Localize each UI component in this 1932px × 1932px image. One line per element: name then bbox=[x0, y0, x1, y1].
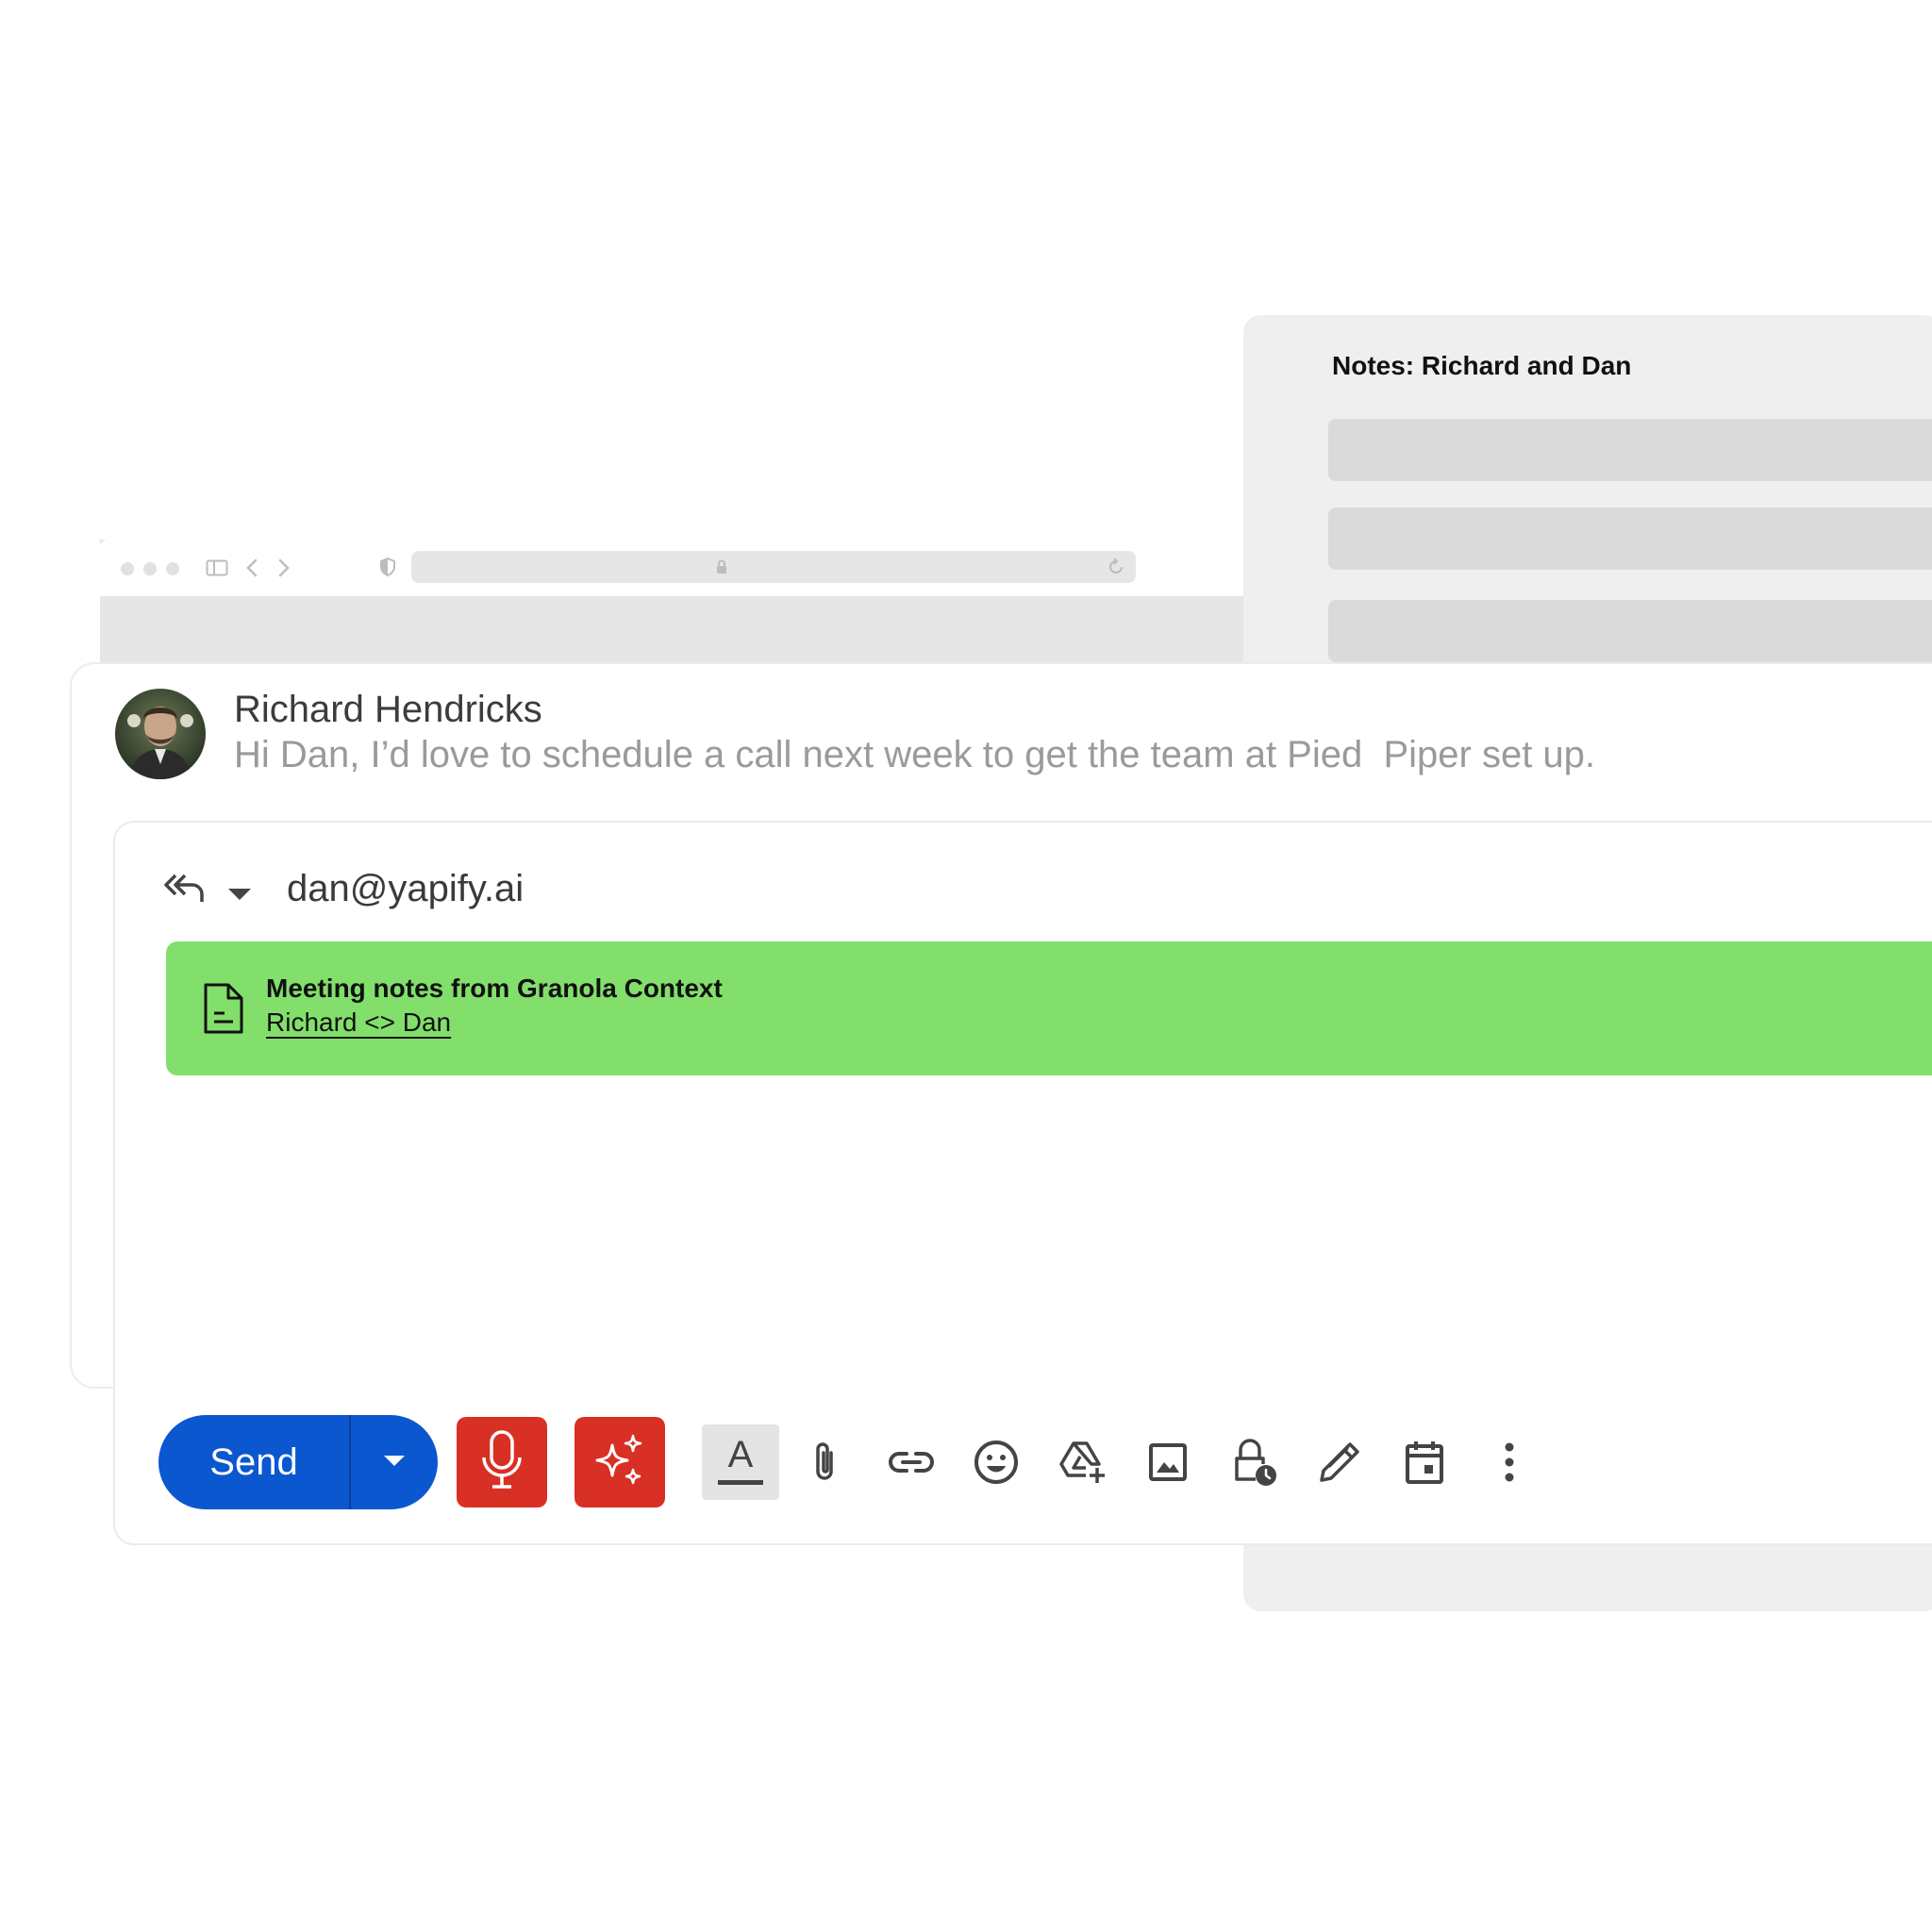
send-options-button[interactable] bbox=[351, 1415, 438, 1509]
sidebar-icon[interactable] bbox=[206, 558, 228, 582]
document-icon bbox=[202, 981, 245, 1041]
lock-icon bbox=[715, 558, 728, 580]
notes-placeholder-line bbox=[1328, 508, 1932, 570]
drive-icon[interactable] bbox=[1057, 1436, 1109, 1489]
format-underline bbox=[718, 1480, 763, 1485]
notes-placeholder-line bbox=[1328, 600, 1932, 662]
reload-icon[interactable] bbox=[1106, 557, 1126, 582]
sparkle-icon bbox=[591, 1432, 648, 1493]
microphone-icon bbox=[480, 1429, 524, 1496]
ai-assist-button[interactable] bbox=[575, 1417, 665, 1507]
chevron-down-icon bbox=[382, 1453, 407, 1473]
image-icon[interactable] bbox=[1141, 1436, 1194, 1489]
attach-icon[interactable] bbox=[798, 1436, 851, 1489]
voice-input-button[interactable] bbox=[457, 1417, 547, 1507]
calendar-icon[interactable] bbox=[1398, 1436, 1451, 1489]
context-banner[interactable]: Meeting notes from Granola Context Richa… bbox=[166, 941, 1932, 1075]
window-minimize-dot[interactable] bbox=[143, 562, 157, 575]
address-bar[interactable] bbox=[411, 551, 1136, 583]
formatting-options-button[interactable]: A bbox=[702, 1424, 779, 1500]
back-icon[interactable] bbox=[245, 557, 258, 584]
reply-type-dropdown-icon[interactable] bbox=[226, 887, 253, 907]
context-title: Meeting notes from Granola Context bbox=[266, 974, 723, 1003]
emoji-icon[interactable] bbox=[970, 1436, 1023, 1489]
send-button-group: Send bbox=[158, 1415, 438, 1509]
shield-icon bbox=[379, 557, 396, 582]
more-options-icon[interactable] bbox=[1483, 1436, 1536, 1489]
sender-name: Richard Hendricks bbox=[234, 689, 542, 730]
window-close-dot[interactable] bbox=[121, 562, 134, 575]
reply-all-icon[interactable] bbox=[162, 872, 206, 910]
send-button[interactable]: Send bbox=[158, 1415, 349, 1509]
notes-placeholder-line bbox=[1328, 419, 1932, 481]
browser-toolbar bbox=[100, 540, 1243, 596]
window-zoom-dot[interactable] bbox=[166, 562, 179, 575]
avatar bbox=[115, 689, 206, 779]
text-format-icon: A bbox=[727, 1434, 754, 1475]
confidential-icon[interactable] bbox=[1228, 1436, 1281, 1489]
browser-window bbox=[100, 540, 1243, 667]
signature-icon[interactable] bbox=[1313, 1436, 1366, 1489]
email-snippet: Hi Dan, I’d love to schedule a call next… bbox=[234, 734, 1596, 775]
notes-title: Notes: Richard and Dan bbox=[1332, 351, 1632, 380]
recipient-field[interactable]: dan@yapify.ai bbox=[287, 868, 524, 910]
link-icon[interactable] bbox=[885, 1436, 938, 1489]
context-link[interactable]: Richard <> Dan bbox=[266, 1008, 451, 1038]
forward-icon[interactable] bbox=[277, 557, 291, 584]
